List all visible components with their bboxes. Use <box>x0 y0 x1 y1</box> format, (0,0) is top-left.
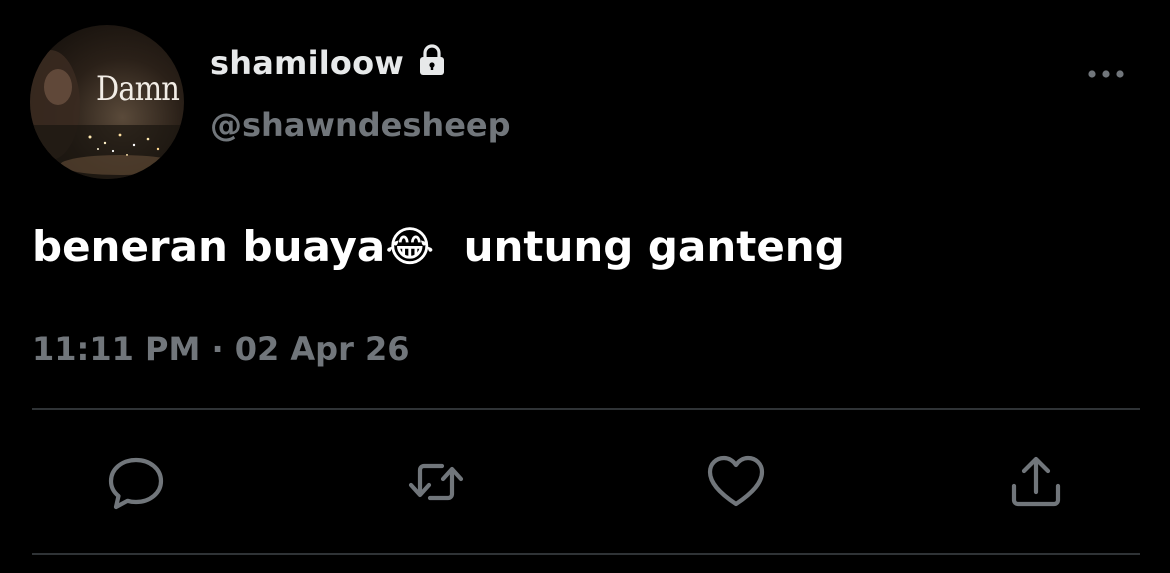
reply-icon <box>106 457 166 516</box>
display-name[interactable]: shamiloow <box>210 44 404 82</box>
tweet-text: beneran buaya😂 untung ganteng <box>32 222 845 271</box>
divider <box>32 408 1140 410</box>
lock-icon <box>414 42 450 82</box>
author-row: shamiloow <box>210 44 450 82</box>
retweet-icon <box>406 463 466 516</box>
avatar-text: Damn <box>96 69 180 109</box>
divider <box>32 553 1140 555</box>
share-icon <box>1006 456 1066 516</box>
share-button[interactable] <box>1006 452 1066 512</box>
meta-separator: · <box>211 330 224 368</box>
more-horizontal-icon[interactable] <box>1086 64 1126 84</box>
retweet-button[interactable] <box>406 452 466 512</box>
user-handle[interactable]: @shawndesheep <box>210 106 511 144</box>
tweet-time: 11:11 PM <box>32 330 201 368</box>
tweet-timestamp[interactable]: 11:11 PM · 02 Apr 26 <box>32 330 410 368</box>
tweet-date: 02 Apr 26 <box>234 330 410 368</box>
like-button[interactable] <box>706 452 766 512</box>
reply-button[interactable] <box>106 452 166 512</box>
avatar[interactable]: Damn <box>30 25 184 179</box>
heart-icon <box>706 455 766 516</box>
